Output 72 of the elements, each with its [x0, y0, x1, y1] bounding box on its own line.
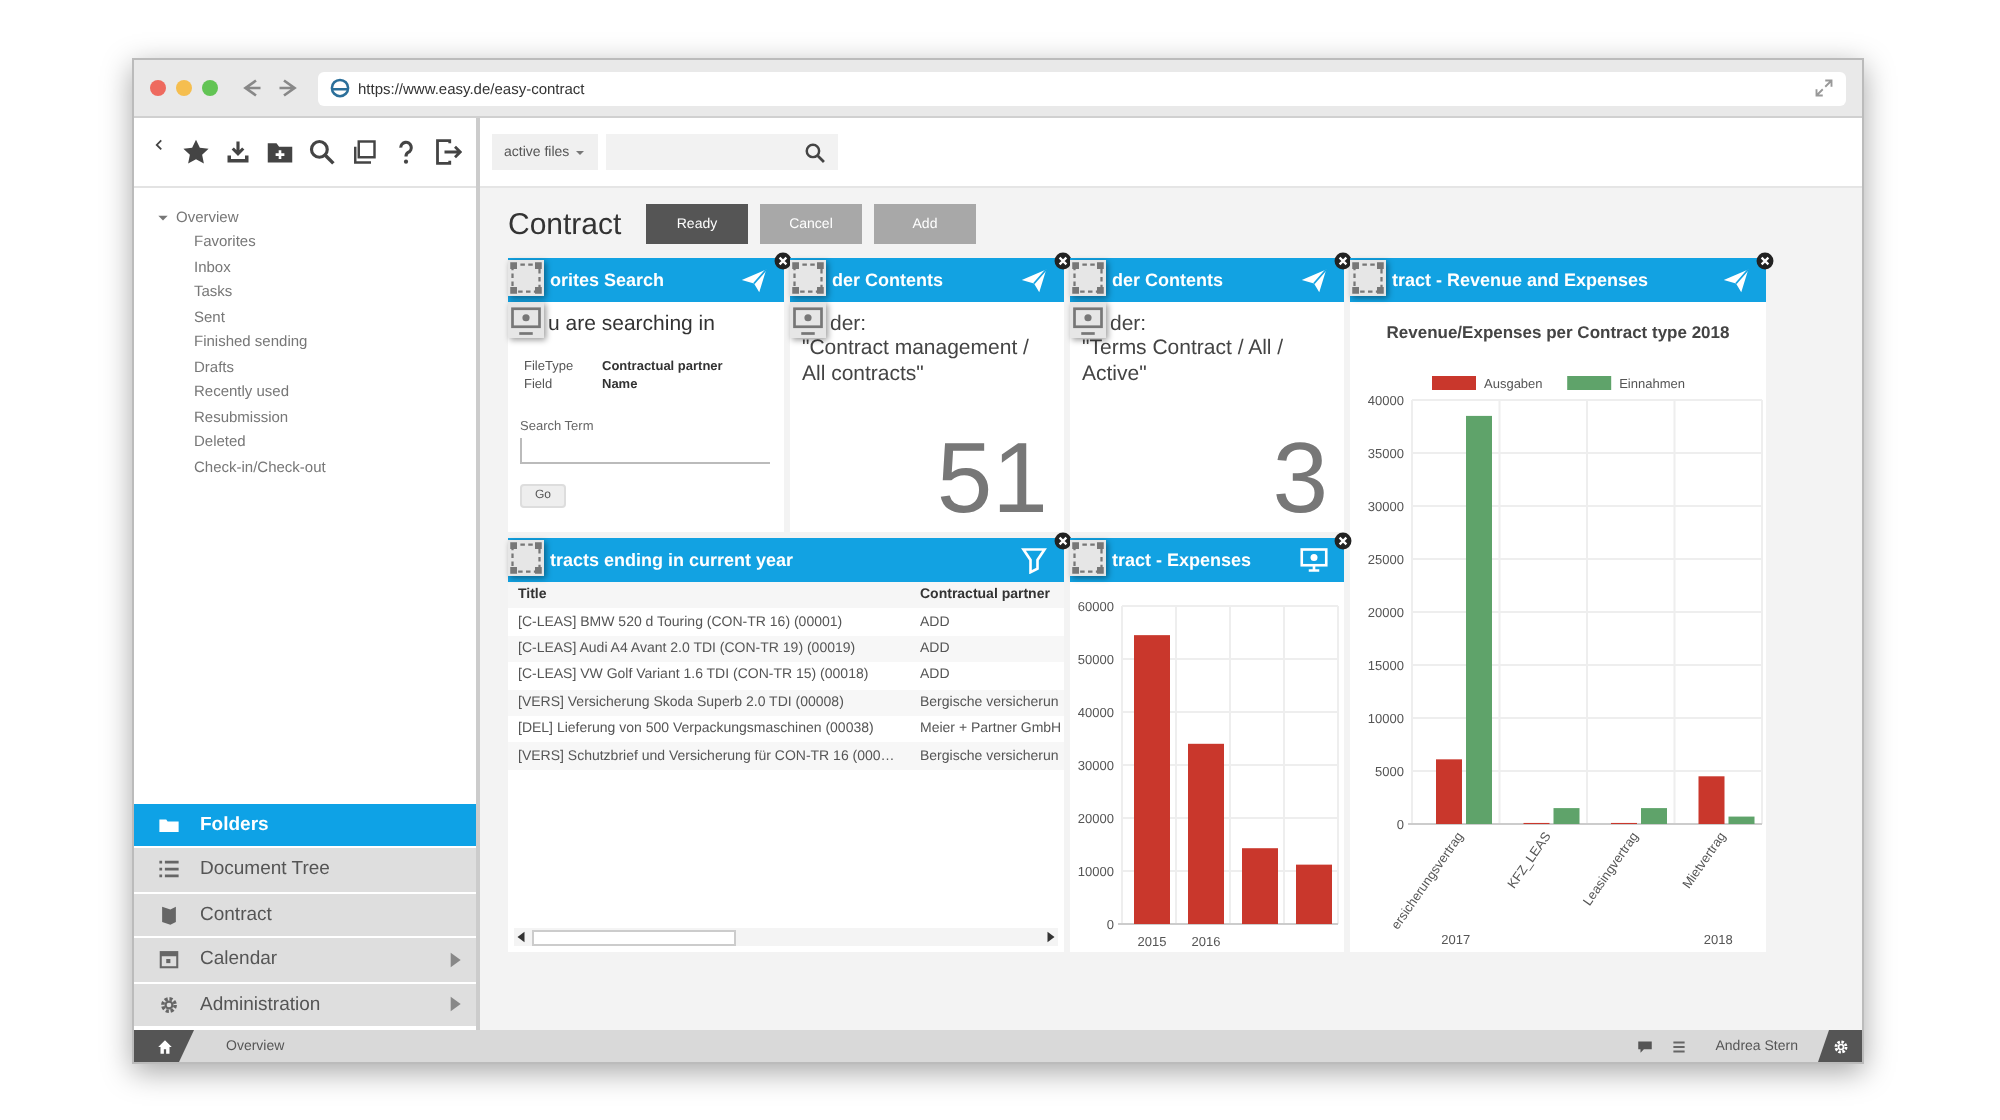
search-icon: [803, 141, 826, 163]
frame-icon[interactable]: [508, 540, 544, 576]
home-icon: [155, 1037, 173, 1055]
book-icon: [158, 903, 180, 926]
download-icon[interactable]: [224, 138, 252, 166]
bar: [1641, 808, 1667, 824]
search-field[interactable]: [605, 134, 838, 170]
nav-item[interactable]: Folders: [134, 803, 476, 846]
frame-icon[interactable]: [1070, 540, 1106, 576]
close-icon[interactable]: [1054, 252, 1072, 270]
nav-item[interactable]: Contract: [134, 893, 476, 936]
settings-tab[interactable]: [1818, 1030, 1862, 1062]
scroll-right-icon[interactable]: [1044, 930, 1058, 944]
calendar-icon: [158, 948, 180, 971]
folder-plus-icon[interactable]: [266, 138, 294, 166]
folder-label: der:: [828, 312, 869, 336]
widget-title: tracts ending in current year: [550, 550, 794, 570]
close-icon[interactable]: [1334, 252, 1352, 270]
window-control-dot[interactable]: [150, 80, 166, 96]
chart-title: Revenue/Expenses per Contract type 2018: [1386, 322, 1730, 342]
monitor-icon[interactable]: [508, 302, 544, 338]
widget-title: tract - Revenue and Expenses: [1392, 270, 1649, 290]
bar: [1296, 864, 1332, 924]
frame-icon[interactable]: [1070, 260, 1106, 296]
bar: [1242, 848, 1278, 924]
bar: [1698, 776, 1725, 824]
close-icon[interactable]: [1054, 532, 1072, 550]
star-icon[interactable]: [182, 138, 210, 166]
chat-icon[interactable]: [1635, 1037, 1654, 1055]
bar: [1436, 759, 1462, 824]
document-count: 51: [936, 428, 1048, 528]
nav-item[interactable]: Administration: [134, 983, 476, 1026]
frame-icon[interactable]: [790, 260, 826, 296]
widget-title: der Contents: [1112, 270, 1224, 290]
copy-icon[interactable]: [350, 138, 378, 166]
widget-title: tract - Expenses: [1112, 550, 1252, 570]
folder-label: der:: [1108, 312, 1149, 336]
monitor-icon[interactable]: [1070, 302, 1106, 338]
nav-item[interactable]: Calendar: [134, 938, 476, 981]
search-heading: u are searching in: [546, 312, 717, 336]
caret-icon: [573, 146, 586, 158]
forward-icon[interactable]: [278, 76, 302, 100]
frame-icon[interactable]: [1350, 260, 1386, 296]
page-title: Contract: [508, 207, 624, 241]
frame-icon[interactable]: [508, 260, 544, 296]
widget-title: der Contents: [832, 270, 944, 290]
window-control-dot[interactable]: [202, 80, 218, 96]
scroll-left-icon[interactable]: [514, 930, 528, 944]
globe-icon: [330, 78, 350, 98]
document-count: 3: [1272, 428, 1328, 528]
back-icon[interactable]: [238, 76, 262, 100]
close-icon[interactable]: [1334, 532, 1352, 550]
widget-title: orites Search: [550, 270, 665, 290]
folder-path: "Contract management / All contracts": [802, 336, 1031, 388]
scroll-thumb[interactable]: [532, 929, 736, 945]
nav-item[interactable]: Document Tree: [134, 848, 476, 891]
monitor-icon[interactable]: [790, 302, 826, 338]
home-tab[interactable]: [134, 1030, 194, 1062]
folder-path: "Terms Contract / All / Active": [1082, 336, 1286, 388]
list-icon: [158, 858, 180, 881]
close-icon[interactable]: [1756, 252, 1774, 270]
settings-icon: [158, 993, 180, 1016]
bar: [1553, 808, 1580, 824]
expand-icon[interactable]: [1814, 78, 1834, 98]
logout-icon[interactable]: [434, 138, 462, 166]
close-icon[interactable]: [774, 252, 792, 270]
list-icon[interactable]: [1669, 1037, 1688, 1055]
horizontal-scrollbar[interactable]: [514, 928, 1058, 946]
search-icon[interactable]: [308, 138, 336, 166]
window-control-dot[interactable]: [176, 80, 192, 96]
settings-icon: [1831, 1037, 1849, 1055]
bar: [1728, 816, 1755, 824]
